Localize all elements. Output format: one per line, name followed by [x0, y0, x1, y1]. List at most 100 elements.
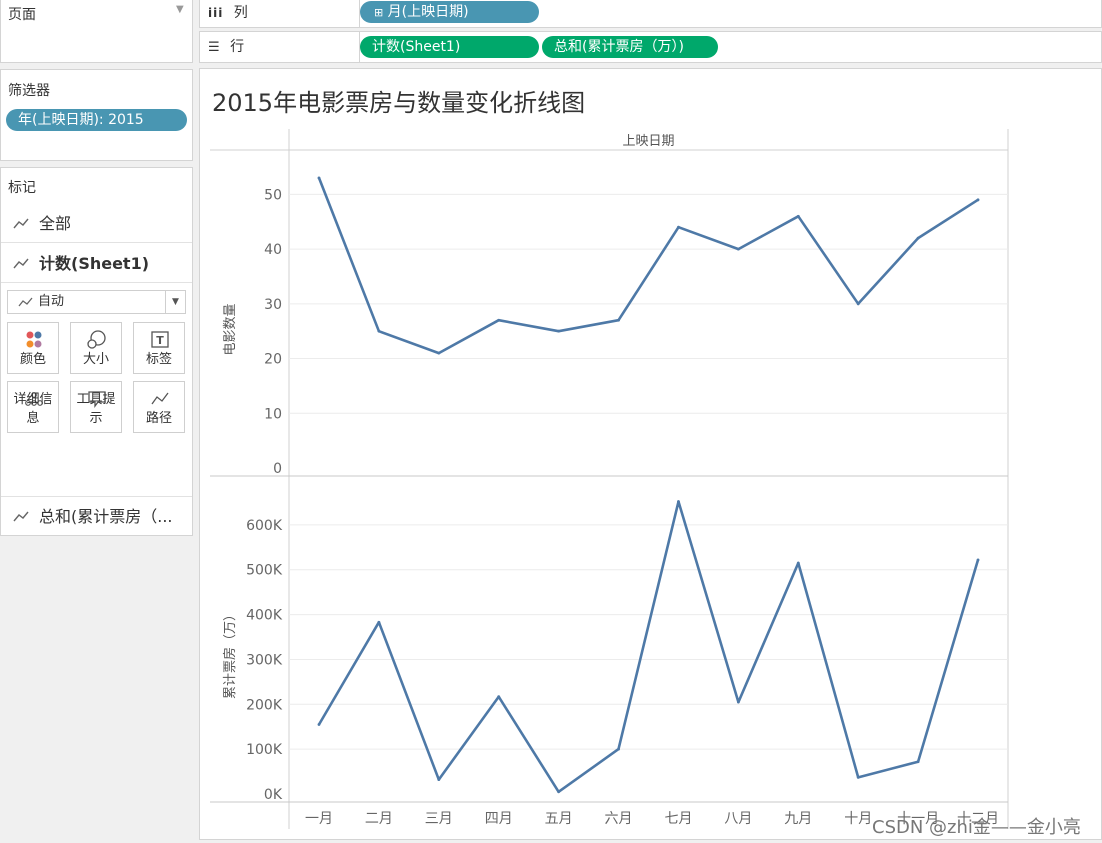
y-tick-label: 0K — [264, 787, 283, 803]
worksheet-view: 2015年电影票房与数量变化折线图 上映日期 0 10 20 30 40 50 电影数量 0K 1… — [199, 68, 1102, 840]
marks-sum-row[interactable]: 总和(累计票房（... — [1, 496, 192, 535]
expand-icon: ⊞ — [374, 6, 384, 19]
y-axis-title: 累计票房（万） — [222, 608, 238, 699]
tooltip-label: 工具提示 — [76, 392, 116, 426]
path-button[interactable]: 路径 — [133, 381, 185, 433]
x-tick-label: 四月 — [485, 811, 513, 827]
filters-title: 筛选器 — [8, 83, 50, 99]
marks-all-row[interactable]: 全部 — [1, 204, 192, 243]
data-point-count — [377, 329, 381, 333]
columns-icon: iii — [208, 6, 224, 20]
data-point-count — [557, 329, 561, 333]
y-tick-label: 20 — [264, 352, 282, 368]
y-tick-label: 0 — [273, 461, 282, 477]
data-point-count — [497, 318, 501, 322]
chevron-down-icon: ▼ — [165, 291, 185, 313]
detail-button[interactable]: 详细信息 — [7, 381, 59, 433]
marks-count-row[interactable]: 计数(Sheet1) — [1, 244, 192, 283]
data-point-boxoffice — [437, 778, 441, 782]
data-point-count — [916, 236, 920, 240]
pages-card: 页面 ▼ — [0, 0, 193, 63]
filter-pill-year[interactable]: 年(上映日期): 2015 — [6, 109, 187, 131]
x-tick-label: 八月 — [724, 811, 752, 827]
x-tick-label: 九月 — [784, 811, 812, 827]
y-tick-label: 600K — [246, 518, 283, 534]
rows-pill-sum[interactable]: 总和(累计票房（万）) — [542, 36, 718, 58]
marks-count-label: 计数(Sheet1) — [39, 254, 150, 273]
data-point-boxoffice — [557, 790, 561, 794]
size-label: 大小 — [82, 352, 109, 367]
marks-sum-label: 总和(累计票房（... — [39, 507, 173, 526]
y-tick-label: 10 — [264, 406, 282, 422]
path-label: 路径 — [145, 411, 172, 426]
data-point-boxoffice — [976, 558, 980, 562]
x-tick-label: 六月 — [605, 811, 633, 827]
y-tick-label: 40 — [264, 242, 282, 258]
data-point-count — [856, 302, 860, 306]
marks-title: 标记 — [8, 180, 36, 196]
y-tick-label: 200K — [246, 697, 283, 713]
y-tick-label: 400K — [246, 608, 283, 624]
data-point-boxoffice — [796, 561, 800, 565]
data-point-boxoffice — [856, 776, 860, 779]
y-tick-label: 100K — [246, 742, 283, 758]
rows-shelf-label: ☰ 行 — [200, 32, 360, 62]
data-point-count — [976, 198, 980, 202]
data-point-count — [617, 318, 620, 322]
pages-dropdown-icon[interactable]: ▼ — [176, 4, 184, 15]
color-label: 颜色 — [19, 352, 46, 367]
line-chart: 上映日期 0 10 20 30 40 50 电影数量 0K 100K 200K 300K 400K 500… — [210, 129, 1009, 829]
text-icon: T — [151, 331, 169, 348]
line-mark-icon — [18, 297, 33, 307]
columns-pill-month[interactable]: ⊞ 月(上映日期) — [360, 1, 539, 23]
marks-card: 标记 全部 计数(Sheet1) 自动 ▼ 颜色 大小 T 标签 详细信息 工具… — [0, 167, 193, 536]
color-button[interactable]: 颜色 — [7, 322, 59, 374]
data-point-count — [317, 176, 321, 180]
data-point-count — [796, 214, 800, 218]
y-tick-label: 500K — [246, 563, 283, 579]
data-point-count — [736, 247, 740, 251]
data-point-boxoffice — [677, 500, 680, 503]
x-tick-label: 二月 — [365, 811, 393, 827]
y-axis-title: 电影数量 — [223, 303, 238, 355]
line-mark-icon — [13, 511, 29, 522]
rows-pill-count[interactable]: 计数(Sheet1) — [360, 36, 539, 58]
x-tick-label: 十月 — [844, 811, 872, 827]
x-tick-label: 七月 — [664, 811, 692, 827]
mark-type-dropdown[interactable]: 自动 ▼ — [7, 290, 186, 314]
color-icon — [26, 331, 42, 348]
rows-shelf[interactable]: ☰ 行 计数(Sheet1) 总和(累计票房（万）) — [199, 31, 1102, 63]
data-point-boxoffice — [317, 723, 321, 726]
mark-type-label: 自动 — [38, 294, 65, 309]
size-icon — [87, 330, 106, 349]
data-point-boxoffice — [916, 760, 920, 764]
data-point-boxoffice — [617, 747, 620, 751]
y-tick-label: 50 — [264, 187, 282, 203]
filters-card: 筛选器 年(上映日期): 2015 — [0, 69, 193, 161]
svg-text:T: T — [156, 334, 164, 347]
tooltip-button[interactable]: 工具提示 — [70, 381, 122, 433]
data-point-boxoffice — [736, 700, 740, 704]
watermark: CSDN @zhi金——金小亮 — [872, 817, 1081, 838]
line-mark-icon — [13, 218, 29, 229]
marks-all-label: 全部 — [39, 214, 72, 233]
columns-shelf-label: iii 列 — [200, 0, 360, 27]
size-button[interactable]: 大小 — [70, 322, 122, 374]
line-mark-icon — [13, 258, 29, 269]
data-point-count — [437, 351, 441, 355]
columns-pill-label: 月(上映日期) — [387, 4, 469, 20]
rows-icon: ☰ — [208, 40, 220, 55]
x-tick-label: 一月 — [305, 811, 333, 827]
rows-label-text: 行 — [230, 39, 245, 55]
x-tick-label: 五月 — [545, 811, 573, 827]
data-point-boxoffice — [497, 695, 501, 699]
label-button[interactable]: T 标签 — [133, 322, 185, 374]
data-point-count — [677, 225, 680, 229]
series-line-count — [317, 177, 979, 355]
label-label: 标签 — [145, 352, 172, 367]
left-panel: 页面 ▼ 筛选器 年(上映日期): 2015 标记 全部 计数(Sheet1) … — [0, 0, 193, 843]
y-tick-label: 30 — [264, 297, 282, 313]
path-icon — [151, 392, 169, 405]
columns-shelf[interactable]: iii 列 ⊞ 月(上映日期) — [199, 0, 1102, 28]
y-tick-label: 300K — [246, 652, 283, 668]
